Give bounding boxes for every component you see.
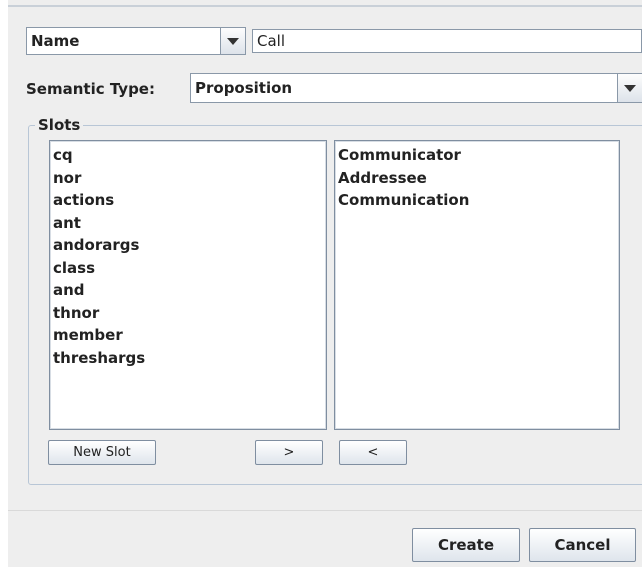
field-select-dropdown-button[interactable] [220,27,246,55]
list-item[interactable]: Addressee [335,167,619,190]
list-item[interactable]: actions [50,189,326,212]
create-button[interactable]: Create [412,528,520,562]
cancel-button[interactable]: Cancel [529,528,636,562]
list-item[interactable]: and [50,279,326,302]
list-item[interactable]: Communication [335,189,619,212]
list-item[interactable]: ant [50,212,326,235]
list-item[interactable]: class [50,257,326,280]
semantic-type-select[interactable]: Proposition [190,73,642,103]
move-left-button[interactable]: < [339,440,407,465]
chevron-down-icon [624,85,636,92]
list-item[interactable]: andorargs [50,234,326,257]
list-item[interactable]: cq [50,144,326,167]
chevron-down-icon [227,38,239,45]
field-select-value: Name [31,32,80,50]
list-item[interactable]: nor [50,167,326,190]
semantic-type-dropdown-button[interactable] [617,73,642,103]
semantic-type-label: Semantic Type: [26,80,155,98]
list-item[interactable]: Communicator [335,144,619,167]
move-right-button[interactable]: > [255,440,323,465]
list-item[interactable]: thnor [50,302,326,325]
new-slot-button[interactable]: New Slot [48,440,156,465]
name-input[interactable]: Call [252,29,642,53]
field-select[interactable]: Name [26,27,246,55]
list-item[interactable]: threshargs [50,347,326,370]
selected-slots-list[interactable]: Communicator Addressee Communication [334,140,620,430]
available-slots-list[interactable]: cq nor actions ant andorargs class and t… [49,140,327,430]
dialog: Name Call Semantic Type: Proposition Slo… [8,0,642,567]
slots-title: Slots [35,116,84,134]
top-border [8,5,642,7]
footer-divider [8,510,642,511]
list-item[interactable]: member [50,324,326,347]
semantic-type-value: Proposition [195,79,293,97]
